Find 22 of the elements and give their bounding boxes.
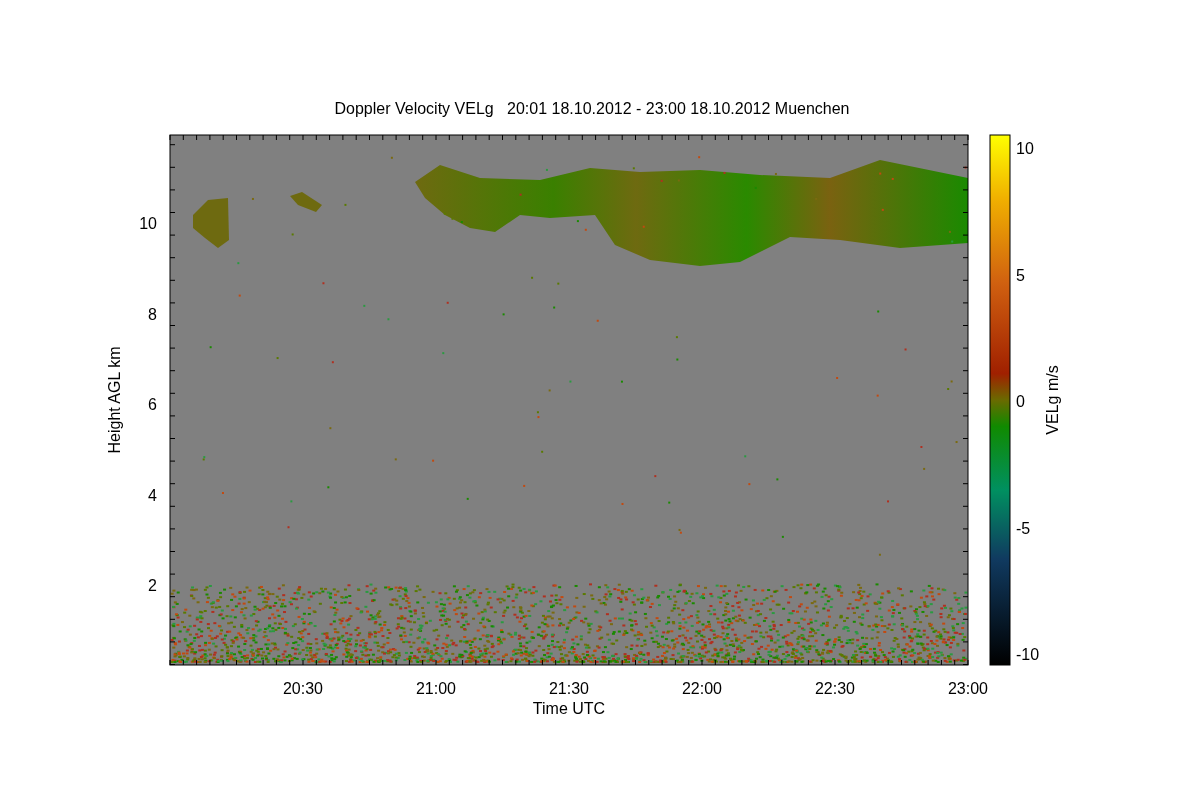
axis-tick-label: 23:00 bbox=[948, 680, 988, 697]
colorbar-title: VELg m/s bbox=[1044, 365, 1061, 435]
colorbar-tick-label: -10 bbox=[1016, 646, 1040, 663]
axis-tick-label: 2 bbox=[148, 577, 157, 594]
cloud-echo bbox=[290, 192, 322, 212]
colorbar-tick-label: 10 bbox=[1016, 140, 1034, 157]
axis-tick-label: 10 bbox=[139, 215, 157, 232]
axis-tick-label: 22:30 bbox=[815, 680, 855, 697]
axis-tick-label: 4 bbox=[148, 486, 157, 504]
chart-title: Doppler Velocity VELg 20:01 18.10.2012 - 23:00 18.10.2012 Muenchen bbox=[334, 100, 850, 117]
axis-tick-label: 20:30 bbox=[283, 680, 323, 697]
axis-tick-label: 21:30 bbox=[549, 680, 589, 697]
axis-tick-label: 6 bbox=[148, 396, 157, 413]
axis-tick-label: 21:00 bbox=[416, 680, 456, 697]
cloud-echo bbox=[193, 198, 229, 248]
colorbar-tick-label: 5 bbox=[1016, 266, 1025, 284]
axis-tick-label: 8 bbox=[148, 305, 157, 323]
colorbar-tick-label: -5 bbox=[1016, 519, 1031, 537]
axis-title: Height AGL km bbox=[106, 346, 123, 454]
axis-title: Time UTC bbox=[532, 700, 606, 717]
axis-tick-label: 22:00 bbox=[682, 680, 722, 697]
colorbar-tick-label: 0 bbox=[1016, 393, 1025, 410]
